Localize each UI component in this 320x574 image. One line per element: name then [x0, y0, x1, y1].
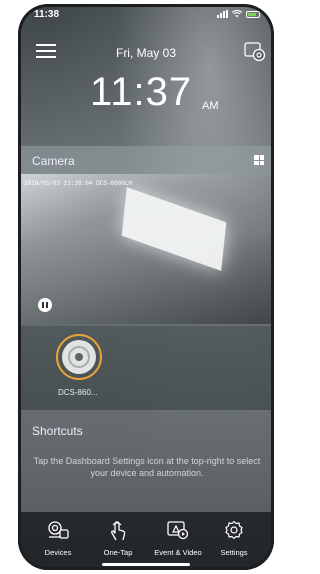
grid-view-icon[interactable] — [254, 155, 264, 165]
dashboard-settings-button[interactable] — [244, 42, 266, 62]
device-strip: DCS-860... — [18, 326, 274, 410]
signal-icon — [217, 10, 228, 18]
app-screen: 11:38 Fri, May 03 11:37 AM Camera 2019/0… — [18, 4, 274, 570]
battery-icon — [246, 10, 260, 18]
tab-one-tap[interactable]: One-Tap — [90, 520, 146, 557]
tab-devices-label: Devices — [44, 548, 72, 557]
camera-device-icon — [62, 340, 96, 374]
date-label: Fri, May 03 — [115, 46, 176, 60]
clock-time: 11:37 — [90, 70, 193, 114]
devices-icon — [48, 521, 69, 539]
tab-settings-label: Settings — [220, 548, 248, 557]
device-label: DCS-860... — [58, 388, 98, 397]
tab-devices[interactable]: Devices — [30, 520, 86, 557]
status-time: 11:38 — [34, 9, 60, 20]
shortcuts-hint: Tap the Dashboard Settings icon at the t… — [33, 456, 261, 478]
settings-icon — [225, 520, 243, 540]
wifi-icon — [232, 10, 242, 18]
clock-ampm: AM — [202, 100, 219, 112]
status-bar: 11:38 — [18, 4, 274, 26]
tab-settings[interactable]: Settings — [206, 520, 262, 557]
camera-title: Camera — [32, 154, 75, 168]
camera-section-header: Camera — [18, 146, 274, 174]
tab-one-tap-label: One-Tap — [103, 548, 133, 557]
tab-bar: Devices One-Tap Event & Video Settings — [18, 512, 274, 570]
pause-button[interactable] — [38, 298, 52, 312]
ceiling-light — [121, 187, 227, 271]
tab-event-video[interactable]: Event & Video — [150, 520, 206, 557]
one-tap-icon — [111, 521, 126, 541]
pause-icon — [42, 302, 44, 308]
shortcuts-title: Shortcuts — [32, 424, 83, 438]
status-icons — [217, 10, 260, 18]
tab-event-video-label: Event & Video — [154, 548, 202, 557]
dashboard-settings-icon — [244, 42, 266, 62]
shortcuts-panel: Shortcuts Tap the Dashboard Settings ico… — [18, 410, 274, 512]
event-video-icon — [167, 521, 189, 540]
device-item[interactable] — [56, 334, 102, 380]
feed-timestamp: 2019/05/03 11:38:04 DCS-8600LH — [24, 180, 133, 187]
camera-feed[interactable]: 2019/05/03 11:38:04 DCS-8600LH — [18, 174, 274, 324]
home-indicator[interactable] — [102, 563, 190, 566]
